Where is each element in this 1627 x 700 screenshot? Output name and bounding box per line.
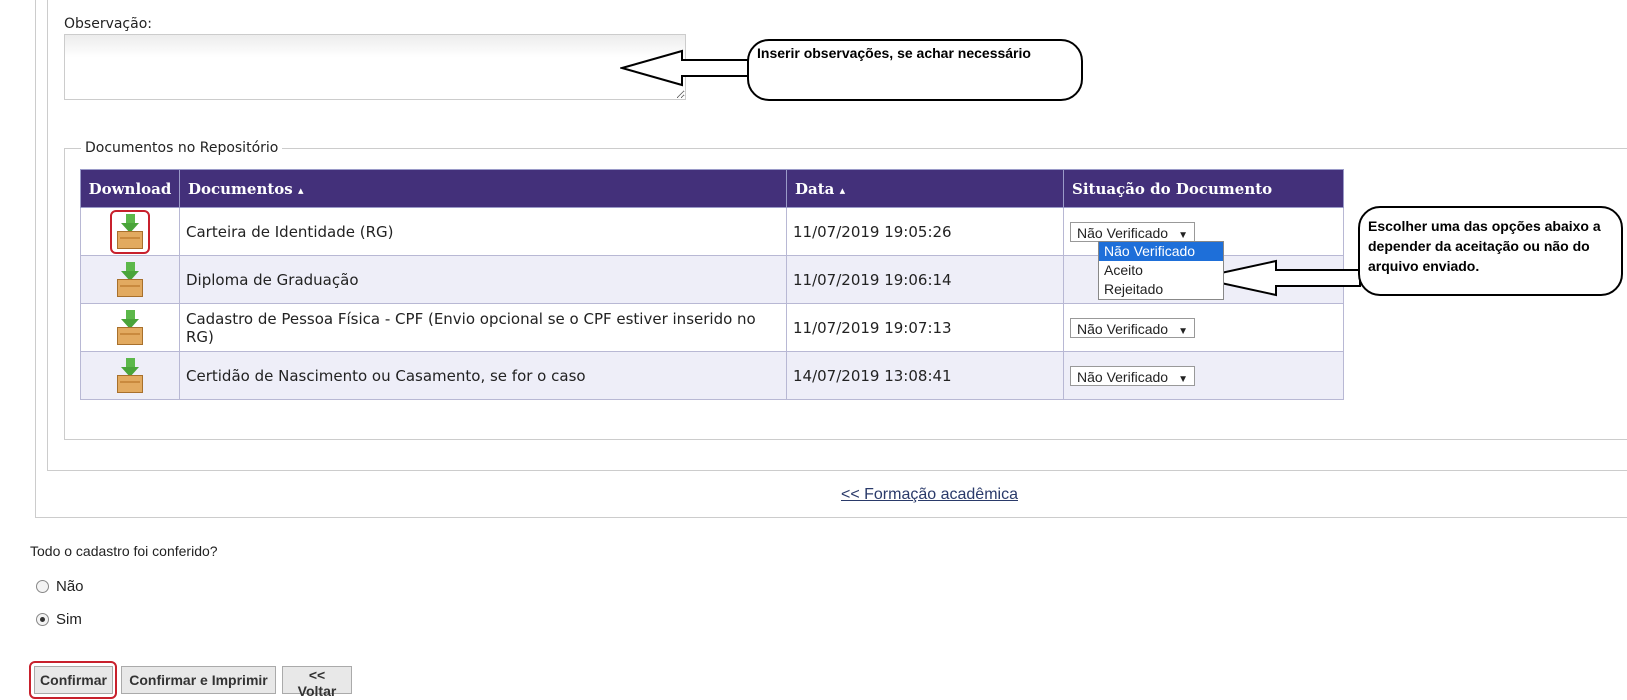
document-name: Carteira de Identidade (RG): [179, 207, 787, 256]
confirm-button[interactable]: Confirmar: [34, 666, 113, 694]
download-icon[interactable]: [115, 357, 145, 394]
caret-down-icon: ▼: [1178, 325, 1188, 337]
observation-label: Observação:: [64, 16, 152, 32]
caret-down-icon: ▼: [1178, 229, 1188, 241]
download-cell: [80, 351, 180, 400]
dropdown-option[interactable]: Não Verificado: [1099, 242, 1223, 261]
back-button[interactable]: << Voltar: [282, 666, 352, 699]
document-name: Cadastro de Pessoa Física - CPF (Envio o…: [179, 303, 787, 352]
caret-down-icon: ▼: [1178, 373, 1188, 385]
radio-option-sim[interactable]: Sim: [36, 611, 82, 628]
document-date: 11/07/2019 19:06:14: [786, 255, 1064, 304]
sort-icon[interactable]: ▴︎: [840, 184, 846, 197]
callout-status: Escolher uma das opções abaixo a depende…: [1358, 206, 1623, 296]
highlight-box: [110, 209, 150, 254]
dropdown-option[interactable]: Aceito: [1099, 261, 1223, 280]
table-header-row: Download Documentos ▴︎ Data ▴︎ Situação …: [80, 169, 1344, 208]
repository-legend: Documentos no Repositório: [85, 140, 279, 156]
download-icon[interactable]: [115, 213, 145, 250]
status-select[interactable]: Não Verificado ▼: [1070, 365, 1195, 386]
table-row: Certidão de Nascimento ou Casamento, se …: [80, 351, 1344, 400]
download-cell: [80, 303, 180, 352]
status-cell: Não Verificado ▼: [1063, 351, 1344, 400]
observation-textarea[interactable]: [64, 34, 686, 100]
confirm-print-button[interactable]: Confirmar e Imprimir: [121, 666, 276, 694]
dropdown-option[interactable]: Rejeitado: [1099, 280, 1223, 299]
table-row: Cadastro de Pessoa Física - CPF (Envio o…: [80, 303, 1344, 352]
radio-button[interactable]: [36, 580, 49, 593]
radio-option-nao[interactable]: Não: [36, 578, 84, 595]
header-download: Download: [80, 169, 180, 208]
header-status: Situação do Documento: [1063, 169, 1344, 208]
status-select[interactable]: Não Verificado ▼: [1070, 221, 1195, 242]
download-cell: [80, 255, 180, 304]
status-cell: Não Verificado ▼: [1063, 303, 1344, 352]
status-dropdown-list: Não Verificado Aceito Rejeitado: [1098, 241, 1224, 300]
header-documents[interactable]: Documentos ▴︎: [179, 169, 787, 208]
document-name: Certidão de Nascimento ou Casamento, se …: [179, 351, 787, 400]
radio-button[interactable]: [36, 613, 49, 626]
callout-observation: Inserir observações, se achar necessário: [747, 39, 1083, 101]
radio-label: Sim: [56, 611, 82, 628]
callout-arrow-observation: [620, 49, 749, 87]
document-date: 14/07/2019 13:08:41: [786, 351, 1064, 400]
document-date: 11/07/2019 19:05:26: [786, 207, 1064, 256]
document-date: 11/07/2019 19:07:13: [786, 303, 1064, 352]
download-icon[interactable]: [115, 261, 145, 298]
status-select[interactable]: Não Verificado ▼: [1070, 317, 1195, 338]
academic-formation-link[interactable]: << Formação acadêmica: [841, 486, 1018, 504]
download-icon[interactable]: [115, 309, 145, 346]
sort-icon[interactable]: ▴︎: [298, 184, 304, 197]
download-cell: [80, 207, 180, 256]
radio-label: Não: [56, 578, 84, 595]
document-name: Diploma de Graduação: [179, 255, 787, 304]
header-date[interactable]: Data ▴︎: [786, 169, 1064, 208]
confirmation-question: Todo o cadastro foi conferido?: [30, 543, 218, 559]
